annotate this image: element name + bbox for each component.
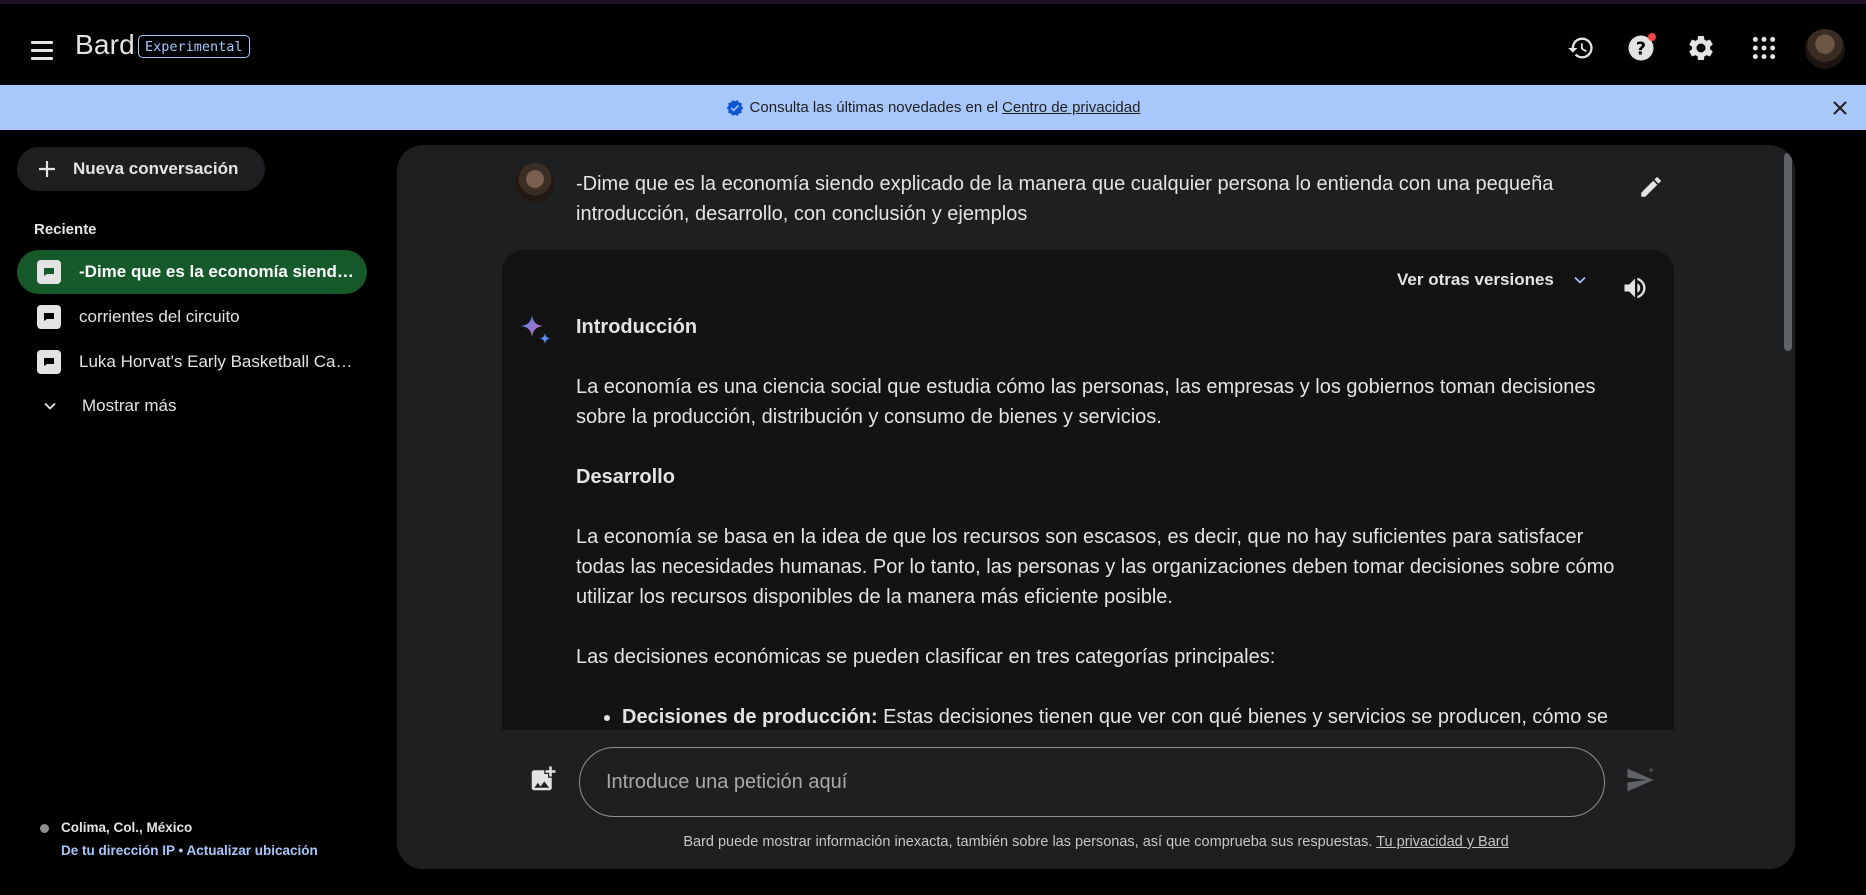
location-city: Colima, Col., México: [61, 820, 193, 835]
menu-icon[interactable]: [24, 32, 60, 68]
notification-dot: [1648, 33, 1656, 41]
ip-address-link[interactable]: De tu dirección IP: [61, 843, 175, 858]
other-versions-dropdown[interactable]: Ver otras versiones: [1397, 270, 1590, 290]
close-icon[interactable]: [1828, 96, 1852, 120]
speaker-icon: [1624, 277, 1646, 299]
app-title: Bard: [75, 29, 135, 60]
disclaimer-text: Bard puede mostrar información inexacta,…: [683, 834, 1373, 850]
sidebar-item-label: Luka Horvat's Early Basketball Career: [79, 352, 354, 371]
banner-text: Consulta las últimas novedades en el: [749, 99, 999, 116]
chevron-down-icon: [1574, 276, 1586, 284]
edit-prompt-button[interactable]: [1633, 169, 1669, 205]
image-upload-icon[interactable]: [528, 764, 558, 794]
settings-icon[interactable]: [1681, 28, 1721, 68]
intro-paragraph: La economía es una ciencia social que es…: [576, 376, 1596, 428]
svg-text:?: ?: [1636, 39, 1646, 59]
sidebar-item-economia[interactable]: -Dime que es la economía siendo explicad…: [17, 250, 367, 294]
read-aloud-button[interactable]: [1617, 270, 1653, 306]
sidebar-item-luka[interactable]: Luka Horvat's Early Basketball Career: [17, 340, 367, 384]
location-separator: •: [174, 843, 187, 858]
user-avatar: [515, 163, 555, 203]
plus-icon: [39, 161, 55, 177]
privacy-bard-link[interactable]: Tu privacidad y Bard: [1376, 834, 1508, 850]
list-item-title: Decisiones de producción:: [622, 706, 878, 728]
other-versions-label: Ver otras versiones: [1397, 270, 1554, 289]
send-icon[interactable]: [1625, 765, 1655, 795]
sidebar-item-label: -Dime que es la economía siendo explicad…: [79, 262, 354, 281]
list-item-text: Estas decisiones tienen que ver con qué …: [877, 706, 1609, 728]
chat-panel: -Dime que es la economía siendo explicad…: [397, 145, 1795, 869]
show-more-button[interactable]: Mostrar más: [17, 384, 176, 428]
pencil-icon: [1641, 177, 1661, 197]
scrollbar[interactable]: [1784, 153, 1792, 351]
development-heading: Desarrollo: [576, 466, 675, 488]
new-conversation-label: Nueva conversación: [73, 159, 239, 178]
development-paragraph: La economía se basa en la idea de que lo…: [576, 526, 1615, 608]
bard-response: Ver otras versiones Introducción La econ…: [502, 250, 1674, 730]
chevron-down-icon: [44, 402, 56, 410]
apps-icon[interactable]: [1744, 28, 1784, 68]
intro-heading: Introducción: [576, 316, 698, 338]
top-bar: Bard Experimental ?: [0, 4, 1866, 85]
recent-heading: Reciente: [34, 221, 97, 238]
show-more-label: Mostrar más: [82, 396, 177, 415]
list-item: Decisiones de producción: Estas decision…: [622, 702, 1616, 730]
experimental-badge: Experimental: [138, 35, 250, 58]
privacy-center-link[interactable]: Centro de privacidad: [1002, 99, 1140, 116]
privacy-banner: Consulta las últimas novedades en el Cen…: [0, 85, 1866, 130]
bard-sparkle-icon: [521, 315, 551, 344]
new-conversation-button[interactable]: Nueva conversación: [17, 147, 265, 191]
categories-paragraph: Las decisiones económicas se pueden clas…: [576, 646, 1276, 668]
chat-icon: [37, 305, 61, 329]
help-icon[interactable]: ?: [1621, 28, 1661, 68]
location-dot-icon: [40, 824, 49, 833]
location-links: De tu dirección IP • Actualizar ubicació…: [61, 843, 318, 858]
sidebar-item-label: corrientes del circuito: [79, 307, 240, 326]
response-body: Introducción La economía es una ciencia …: [576, 312, 1616, 730]
update-location-link[interactable]: Actualizar ubicación: [187, 843, 318, 858]
prompt-input[interactable]: [604, 748, 1568, 816]
disclaimer: Bard puede mostrar información inexacta,…: [397, 834, 1795, 850]
prompt-input-container: [579, 747, 1605, 817]
chat-icon: [37, 350, 61, 374]
verified-icon: [726, 99, 743, 116]
categories-list: Decisiones de producción: Estas decision…: [576, 702, 1616, 730]
account-avatar[interactable]: [1805, 29, 1845, 69]
history-icon[interactable]: [1561, 28, 1601, 68]
sidebar-item-circuito[interactable]: corrientes del circuito: [17, 295, 367, 339]
chat-icon: [37, 260, 61, 284]
user-prompt: -Dime que es la economía siendo explicad…: [576, 173, 1554, 225]
